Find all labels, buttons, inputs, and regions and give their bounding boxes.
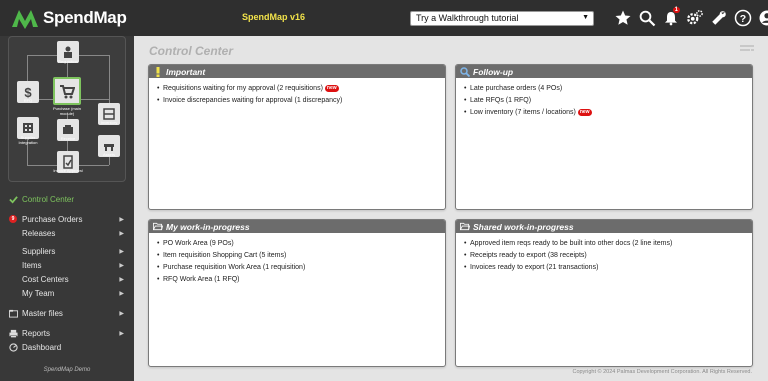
- sidebar-item-label: Items: [22, 260, 42, 270]
- sidebar-item-label: Control Center: [22, 194, 75, 204]
- notification-badge: 1: [672, 7, 680, 13]
- new-badge: new: [577, 109, 592, 116]
- sidebar-item-label: Cost Centers: [22, 274, 69, 284]
- chevron-right-icon: ▶: [119, 330, 124, 337]
- copyright-notice: Copyright © 2024 Palmas Development Corp…: [572, 369, 752, 375]
- user-icon[interactable]: [757, 7, 768, 29]
- chevron-right-icon: ▶: [119, 276, 124, 283]
- map-node-invoice-approval-label: Invoice Approval: [53, 168, 83, 173]
- map-node-purchase-label: Purchase (main module): [52, 106, 81, 116]
- sidebar-item-control-center[interactable]: Control Center: [0, 192, 134, 206]
- sidebar-item-cost-centers[interactable]: Cost Centers ▶: [0, 272, 134, 286]
- top-bar: SpendMap SpendMap v16 Try a Walkthrough …: [0, 0, 768, 36]
- sidebar-item-items[interactable]: Items ▶: [0, 258, 134, 272]
- chevron-right-icon: ▶: [119, 262, 124, 269]
- chevron-right-icon: ▶: [119, 310, 124, 317]
- star-icon[interactable]: [613, 7, 633, 29]
- list-item[interactable]: Requisitions waiting for my approval (2 …: [157, 83, 445, 95]
- panel-shared-work-in-progress: Shared work-in-progress Approved item re…: [455, 219, 753, 367]
- new-badge: new: [324, 85, 339, 92]
- sidebar-item-my-team[interactable]: My Team ▶: [0, 286, 134, 300]
- purchase-orders-badge: 9: [9, 215, 17, 223]
- list-item[interactable]: PO Work Area (9 POs): [157, 238, 445, 250]
- sidebar-item-label: Purchase Orders: [22, 214, 83, 224]
- layout-settings-icon[interactable]: [740, 44, 754, 54]
- page-title: Control Center: [149, 44, 233, 58]
- magnifier-icon: [460, 66, 470, 77]
- map-node-receive-label: Receive: [60, 136, 76, 141]
- help-icon[interactable]: ?: [733, 7, 753, 29]
- logo-text: SpendMap: [43, 8, 127, 27]
- map-node-supplier-integration-label: Supplier Integration: [18, 135, 38, 145]
- map-node-inventory-label: Inventory: [100, 120, 118, 125]
- dashboard-gauge-icon: [9, 343, 18, 352]
- folder-icon: [9, 309, 18, 318]
- sidebar-item-reports[interactable]: Reports ▶: [0, 326, 134, 340]
- exclamation-icon: [153, 66, 163, 77]
- sidebar-item-master-files[interactable]: Master files ▶: [0, 306, 134, 320]
- walkthrough-select[interactable]: Try a Walkthrough tutorial ▼: [410, 11, 594, 26]
- sidebar-item-suppliers[interactable]: Suppliers ▶: [0, 244, 134, 258]
- panel-header: Follow-up: [456, 65, 752, 78]
- sidebar-item-label: Releases: [22, 228, 56, 238]
- sidebar-item-label: Reports: [22, 328, 51, 338]
- panel-title: Shared work-in-progress: [473, 221, 574, 232]
- check-icon: [9, 196, 18, 204]
- map-node-purchase[interactable]: [53, 77, 81, 105]
- panel-header: Important: [149, 65, 445, 78]
- wrench-icon[interactable]: [709, 7, 729, 29]
- sidebar-item-label: Dashboard: [22, 342, 62, 352]
- walkthrough-selected: Try a Walkthrough tutorial: [416, 13, 519, 23]
- gears-icon[interactable]: [685, 7, 705, 29]
- chevron-right-icon: ▶: [119, 290, 124, 297]
- sidebar-footer: SpendMap Demo: [43, 367, 91, 373]
- panel-title: My work-in-progress: [166, 221, 250, 232]
- list-item[interactable]: Low inventory (7 items / locations)new: [464, 107, 752, 119]
- panel-header: Shared work-in-progress: [456, 220, 752, 233]
- svg-text:?: ?: [740, 13, 746, 25]
- open-folder-icon: [153, 222, 163, 232]
- search-icon[interactable]: [637, 7, 657, 29]
- map-node-rfq-label: RFQ: [23, 98, 33, 103]
- list-item[interactable]: Invoices ready to export (21 transaction…: [464, 262, 752, 274]
- sidebar: Requisition $ RFQ Purchase (main module)…: [0, 36, 134, 381]
- list-item[interactable]: Late purchase orders (4 POs): [464, 83, 752, 95]
- list-item[interactable]: RFQ Work Area (1 RFQ): [157, 274, 445, 286]
- list-item[interactable]: Approved item reqs ready to be built int…: [464, 238, 752, 250]
- sidebar-item-label: My Team: [22, 288, 55, 298]
- sidebar-item-label: Suppliers: [22, 246, 56, 256]
- chevron-right-icon: ▶: [119, 230, 124, 237]
- bell-icon[interactable]: 1: [661, 7, 681, 29]
- panel-important: Important Requisitions waiting for my ap…: [148, 64, 446, 210]
- list-item[interactable]: Purchase requisition Work Area (1 requis…: [157, 262, 445, 274]
- spendmap-logo-mark-icon: [12, 10, 38, 29]
- map-node-assets-label: Assets: [102, 152, 115, 157]
- list-item[interactable]: Invoice discrepancies waiting for approv…: [157, 95, 445, 107]
- list-item[interactable]: Item requisition Shopping Cart (5 items): [157, 250, 445, 262]
- list-item[interactable]: Late RFQs (1 RFQ): [464, 95, 752, 107]
- panel-my-work-in-progress: My work-in-progress PO Work Area (9 POs)…: [148, 219, 446, 367]
- panel-title: Important: [166, 66, 206, 77]
- chevron-right-icon: ▶: [119, 248, 124, 255]
- svg-text:$: $: [24, 85, 32, 99]
- main-content: Control Center Important Requisitions wa…: [134, 36, 768, 381]
- open-folder-icon: [460, 222, 470, 232]
- list-item[interactable]: Receipts ready to export (38 receipts): [464, 250, 752, 262]
- sidebar-item-releases[interactable]: Releases ▶: [0, 226, 134, 240]
- version-label: SpendMap v16: [242, 12, 306, 22]
- panel-title: Follow-up: [473, 66, 514, 77]
- chevron-down-icon: ▼: [582, 14, 589, 21]
- sidebar-item-dashboard[interactable]: Dashboard: [0, 340, 134, 354]
- panel-follow-up: Follow-up Late purchase orders (4 POs) L…: [455, 64, 753, 210]
- panel-header: My work-in-progress: [149, 220, 445, 233]
- chevron-right-icon: ▶: [119, 216, 124, 223]
- map-node-requisition-label: Requisition: [58, 59, 78, 64]
- spendmap-logo[interactable]: SpendMap: [10, 7, 127, 29]
- sidebar-item-label: Master files: [22, 308, 63, 318]
- process-map: Requisition $ RFQ Purchase (main module)…: [8, 36, 126, 182]
- sidebar-item-purchase-orders[interactable]: 9 Purchase Orders ▶: [0, 212, 134, 226]
- printer-icon: [9, 329, 18, 338]
